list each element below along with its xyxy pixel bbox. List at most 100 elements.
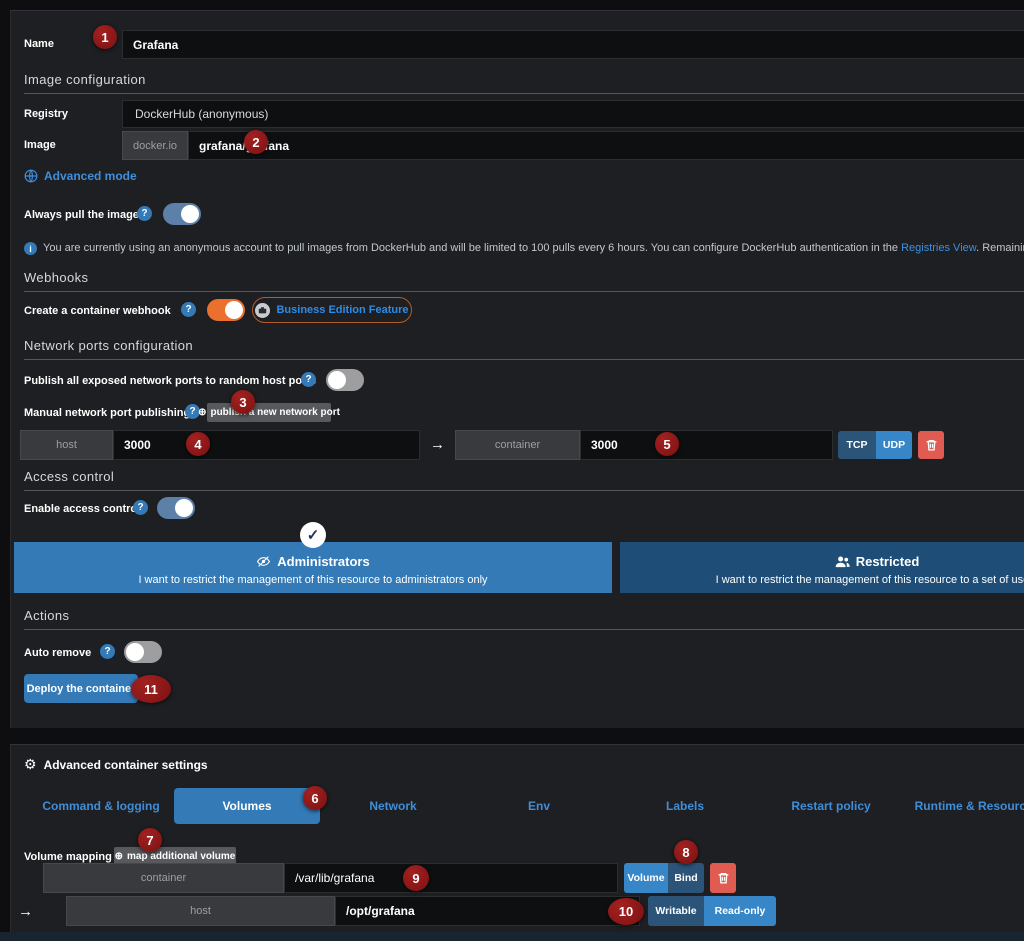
- toggle-knob: [181, 205, 199, 223]
- administrators-title: Administrators: [277, 554, 369, 569]
- volume-host-path-input[interactable]: [335, 896, 640, 926]
- always-pull-help-icon[interactable]: ?: [137, 206, 152, 221]
- annotation-badge-9: 9: [403, 865, 429, 891]
- annotation-badge-3: 3: [231, 390, 255, 414]
- briefcase-icon: [255, 303, 270, 318]
- eye-slash-icon: [256, 555, 271, 568]
- deploy-container-label: Deploy the container: [27, 683, 136, 695]
- access-control-help-icon[interactable]: ?: [133, 500, 148, 515]
- annotation-badge-10: 10: [608, 898, 644, 925]
- tab-runtime-resources[interactable]: Runtime & Resources: [904, 788, 1024, 824]
- tab-env[interactable]: Env: [466, 788, 612, 824]
- volume-type-bind-button[interactable]: Bind: [668, 863, 704, 893]
- globe-icon: [24, 169, 38, 183]
- banner-text: You are currently using an anonymous acc…: [43, 242, 901, 254]
- advanced-mode-label: Advanced mode: [44, 169, 137, 183]
- always-pull-toggle[interactable]: [163, 203, 201, 225]
- trash-icon: [717, 871, 730, 885]
- bottom-widget-edge: [0, 932, 1024, 941]
- volume-container-addon: container: [43, 863, 284, 893]
- annotation-badge-1: 1: [93, 25, 117, 49]
- remove-port-button[interactable]: [918, 431, 944, 459]
- registry-selected-value: DockerHub (anonymous): [135, 107, 268, 121]
- publish-all-ports-toggle[interactable]: [326, 369, 364, 391]
- volume-mapping-arrow-icon: →: [18, 903, 33, 920]
- annotation-badge-5: 5: [655, 432, 679, 456]
- tab-restart-policy[interactable]: Restart policy: [758, 788, 904, 824]
- container-port-input[interactable]: [580, 430, 833, 460]
- create-webhook-toggle[interactable]: [207, 299, 245, 321]
- business-edition-label: Business Edition Feature: [276, 304, 408, 316]
- plus-icon: ⊕: [198, 407, 206, 418]
- tab-volumes[interactable]: Volumes: [174, 788, 320, 824]
- host-port-input[interactable]: [113, 430, 420, 460]
- annotation-badge-2: 2: [244, 130, 268, 154]
- check-icon: ✓: [307, 526, 320, 544]
- registry-select[interactable]: DockerHub (anonymous): [122, 100, 1024, 128]
- volume-readonly-button[interactable]: Read-only: [704, 896, 776, 926]
- toggle-knob: [225, 301, 243, 319]
- plus-icon: ⊕: [115, 851, 123, 862]
- map-additional-volume-label: map additional volume: [127, 851, 235, 862]
- annotation-badge-4: 4: [186, 432, 210, 456]
- administrators-card[interactable]: Administrators I want to restrict the ma…: [14, 542, 612, 593]
- gear-icon: ⚙: [24, 756, 37, 773]
- dockerhub-pull-banner: You are currently using an anonymous acc…: [43, 242, 1024, 254]
- administrators-selected-check: ✓: [300, 522, 326, 548]
- publish-all-ports-label: Publish all exposed network ports to ran…: [24, 375, 316, 387]
- publish-all-help-icon[interactable]: ?: [301, 372, 316, 387]
- publish-new-port-button[interactable]: ⊕ publish a new network port: [207, 403, 331, 422]
- restricted-title: Restricted: [856, 554, 920, 569]
- create-webhook-help-icon[interactable]: ?: [181, 302, 196, 317]
- annotation-badge-7: 7: [138, 828, 162, 852]
- volume-host-addon: host: [66, 896, 335, 926]
- advanced-settings-header: ⚙ Advanced container settings: [24, 756, 208, 773]
- advanced-settings-title: Advanced container settings: [44, 758, 208, 772]
- tab-network[interactable]: Network: [320, 788, 466, 824]
- registry-label: Registry: [24, 108, 68, 120]
- volume-type-volume-button[interactable]: Volume: [624, 863, 668, 893]
- access-control-section-title: Access control: [24, 469, 1024, 491]
- image-label: Image: [24, 139, 56, 151]
- auto-remove-toggle[interactable]: [124, 641, 162, 663]
- volume-mapping-label: Volume mapping: [24, 851, 112, 863]
- annotation-badge-8: 8: [674, 840, 698, 864]
- restricted-card[interactable]: Restricted I want to restrict the manage…: [620, 542, 1024, 593]
- publish-new-port-label: publish a new network port: [210, 407, 339, 418]
- host-port-addon: host: [20, 430, 113, 460]
- webhooks-section-title: Webhooks: [24, 270, 1024, 292]
- create-container-page: Name Image configuration Registry Docker…: [0, 0, 1024, 941]
- container-port-addon: container: [455, 430, 580, 460]
- enable-access-control-toggle[interactable]: [157, 497, 195, 519]
- business-edition-badge: Business Edition Feature: [252, 297, 412, 323]
- deploy-container-button[interactable]: Deploy the container: [24, 674, 138, 703]
- network-ports-section-title: Network ports configuration: [24, 338, 1024, 360]
- auto-remove-help-icon[interactable]: ?: [100, 644, 115, 659]
- volume-writable-button[interactable]: Writable: [648, 896, 704, 926]
- auto-remove-label: Auto remove: [24, 647, 91, 659]
- users-icon: [835, 555, 850, 568]
- create-webhook-label: Create a container webhook: [24, 305, 171, 317]
- toggle-knob: [175, 499, 193, 517]
- annotation-badge-6: 6: [303, 786, 327, 810]
- enable-access-control-label: Enable access control: [24, 503, 140, 515]
- udp-button[interactable]: UDP: [876, 431, 912, 459]
- image-input[interactable]: [188, 131, 1024, 160]
- advanced-mode-link[interactable]: Advanced mode: [24, 169, 137, 183]
- restricted-description: I want to restrict the management of thi…: [620, 574, 1024, 586]
- name-input[interactable]: [122, 30, 1024, 59]
- volume-container-path-input[interactable]: [284, 863, 618, 893]
- always-pull-label: Always pull the image: [24, 209, 139, 221]
- registries-view-link[interactable]: Registries View: [901, 242, 976, 254]
- name-label: Name: [24, 38, 54, 50]
- toggle-knob: [126, 643, 144, 661]
- image-registry-prefix: docker.io: [122, 131, 188, 160]
- remove-volume-button[interactable]: [710, 863, 736, 893]
- manual-port-publishing-label: Manual network port publishing: [24, 407, 190, 419]
- tab-labels[interactable]: Labels: [612, 788, 758, 824]
- port-mapping-arrow-icon: →: [430, 436, 445, 453]
- tab-command-logging[interactable]: Command & logging: [28, 788, 174, 824]
- tcp-button[interactable]: TCP: [838, 431, 876, 459]
- actions-section-title: Actions: [24, 608, 1024, 630]
- annotation-badge-11: 11: [131, 675, 171, 703]
